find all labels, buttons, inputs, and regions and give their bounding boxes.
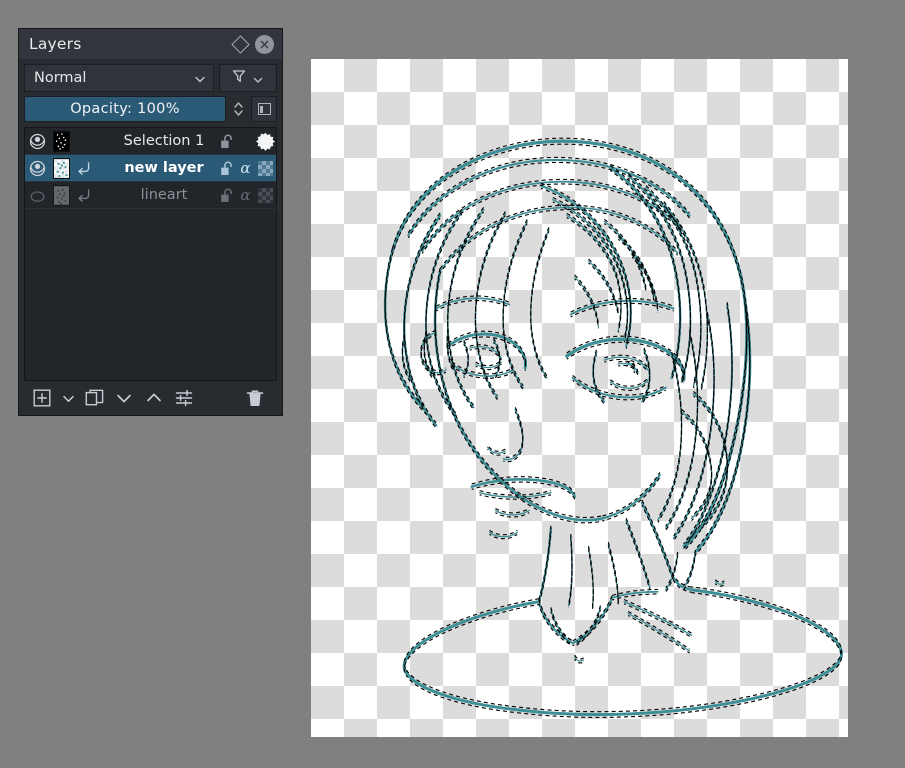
layer-row[interactable]: lineart α	[25, 182, 276, 209]
layer-toolbar	[19, 381, 282, 415]
move-layer-up-button[interactable]	[139, 384, 169, 412]
chevron-down-icon	[193, 71, 207, 85]
close-icon	[255, 35, 274, 54]
blend-mode-value: Normal	[34, 70, 193, 86]
float-diamond-icon[interactable]	[228, 32, 252, 56]
layer-name[interactable]: lineart	[95, 187, 217, 203]
eye-open-icon[interactable]	[25, 128, 50, 155]
opacity-spinner[interactable]	[230, 96, 247, 122]
alpha-lock-icon[interactable]: α	[236, 155, 255, 182]
eye-closed-icon[interactable]	[25, 182, 50, 209]
artwork-lineart	[311, 59, 848, 737]
delete-layer-button[interactable]	[240, 384, 270, 412]
layer-list[interactable]: Selection 1 new layer α lineart α	[24, 127, 277, 381]
inherit-alpha-placeholder	[73, 128, 95, 155]
blend-mode-row: Normal	[19, 59, 282, 92]
checker-swatch	[258, 188, 273, 203]
panel-titlebar: Layers	[19, 29, 282, 59]
layer-properties-button[interactable]	[169, 384, 199, 412]
layer-name[interactable]: new layer	[95, 160, 217, 176]
alpha-lock-icon[interactable]: α	[236, 182, 255, 209]
layer-row[interactable]: Selection 1	[25, 128, 276, 155]
inherit-alpha-icon[interactable]	[73, 182, 95, 209]
layer-properties-inline-button[interactable]	[251, 96, 277, 122]
layer-row[interactable]: new layer α	[25, 155, 276, 182]
image-canvas[interactable]	[311, 59, 848, 737]
move-layer-down-button[interactable]	[109, 384, 139, 412]
alpha-lock-glyph: α	[240, 161, 250, 176]
lock-open-icon[interactable]	[217, 155, 236, 182]
layer-name-label: lineart	[141, 187, 188, 203]
opacity-label: Opacity: 100%	[25, 97, 225, 121]
add-layer-menu-button[interactable]	[57, 384, 79, 412]
layer-name-label: new layer	[124, 160, 203, 176]
eye-open-icon[interactable]	[25, 155, 50, 182]
transparency-checker-icon[interactable]	[255, 155, 276, 182]
layer-properties-icon	[258, 103, 271, 115]
layers-docker: Layers Normal Opacity:	[18, 28, 283, 416]
lock-open-icon[interactable]	[217, 128, 236, 155]
float-diamond-glyph	[231, 35, 249, 53]
close-button[interactable]	[252, 32, 276, 56]
opacity-slider[interactable]: Opacity: 100%	[24, 96, 226, 122]
duplicate-layer-button[interactable]	[79, 384, 109, 412]
lock-open-icon[interactable]	[217, 182, 236, 209]
opacity-row: Opacity: 100%	[19, 92, 282, 126]
panel-title: Layers	[29, 35, 228, 53]
alpha-lock-glyph: α	[240, 188, 250, 203]
layer-name[interactable]: Selection 1	[95, 133, 217, 149]
alpha-lock-placeholder	[236, 128, 255, 155]
blend-mode-dropdown[interactable]: Normal	[24, 64, 214, 92]
selection-active-icon[interactable]	[255, 128, 276, 155]
layer-thumbnail[interactable]	[50, 128, 73, 155]
chevron-down-icon	[252, 71, 266, 85]
layer-name-label: Selection 1	[124, 133, 205, 149]
layer-thumbnail[interactable]	[50, 182, 73, 209]
transparency-checker-icon[interactable]	[255, 182, 276, 209]
funnel-filter-icon	[231, 68, 247, 88]
checker-swatch	[258, 161, 273, 176]
inherit-alpha-icon[interactable]	[73, 155, 95, 182]
add-layer-button[interactable]	[27, 384, 57, 412]
filter-button[interactable]	[219, 64, 277, 92]
layer-thumbnail[interactable]	[50, 155, 73, 182]
